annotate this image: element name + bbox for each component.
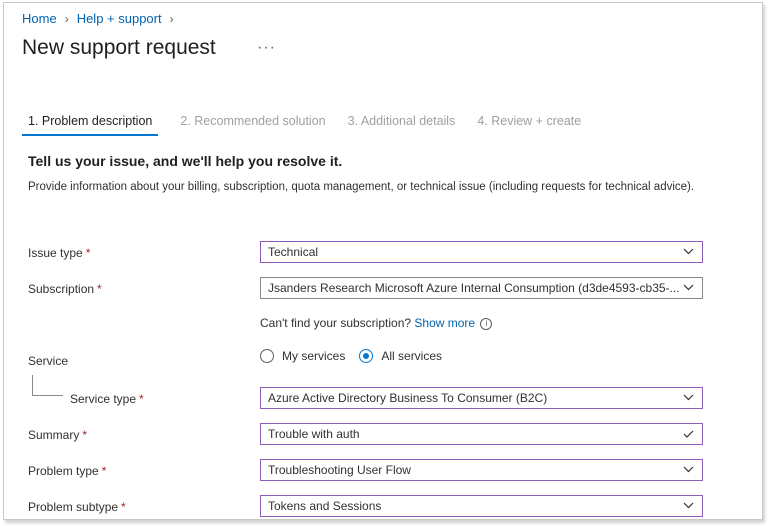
subscription-hint: Can't find your subscription? Show more … <box>260 316 493 330</box>
tab-additional-details[interactable]: 3. Additional details <box>348 114 456 136</box>
section-headline: Tell us your issue, and we'll help you r… <box>28 153 343 169</box>
page-frame: Home › Help + support › New support requ… <box>3 2 763 520</box>
chevron-down-icon <box>683 389 694 401</box>
all-services-radio[interactable]: All services <box>359 349 442 363</box>
subscription-label: Subscription * <box>28 282 102 296</box>
problem-type-value: Troubleshooting User Flow <box>268 463 411 477</box>
service-radio-group: My services All services <box>260 349 456 363</box>
issue-type-dropdown[interactable]: Technical <box>260 241 703 263</box>
service-label: Service <box>28 354 69 368</box>
breadcrumb-help-support[interactable]: Help + support <box>77 11 162 26</box>
wizard-tabs: 1. Problem description 2. Recommended so… <box>22 114 603 136</box>
more-options-icon[interactable]: ··· <box>257 39 276 57</box>
summary-value: Trouble with auth <box>268 427 360 441</box>
chevron-right-icon: › <box>169 11 174 26</box>
chevron-right-icon: › <box>64 11 69 26</box>
chevron-down-icon <box>683 243 694 255</box>
required-marker: * <box>139 392 144 406</box>
info-icon[interactable]: i <box>480 317 493 330</box>
required-marker: * <box>82 428 88 442</box>
chevron-down-icon <box>683 279 694 291</box>
problem-subtype-dropdown[interactable]: Tokens and Sessions <box>260 495 703 517</box>
issue-type-label: Issue type * <box>28 246 91 260</box>
chevron-down-icon <box>683 461 694 473</box>
tab-review-create[interactable]: 4. Review + create <box>477 114 581 136</box>
required-marker: * <box>85 246 91 260</box>
problem-type-dropdown[interactable]: Troubleshooting User Flow <box>260 459 703 481</box>
summary-input[interactable]: Trouble with auth <box>260 423 703 445</box>
subscription-dropdown[interactable]: Jsanders Research Microsoft Azure Intern… <box>260 277 703 299</box>
problem-type-label: Problem type * <box>28 464 107 478</box>
tab-recommended-solution[interactable]: 2. Recommended solution <box>180 114 325 136</box>
summary-label: Summary * <box>28 428 88 442</box>
my-services-radio[interactable]: My services <box>260 349 345 363</box>
breadcrumb: Home › Help + support › <box>22 11 182 26</box>
required-marker: * <box>101 464 107 478</box>
required-marker: * <box>121 500 126 514</box>
service-type-dropdown[interactable]: Azure Active Directory Business To Consu… <box>260 387 703 409</box>
issue-type-value: Technical <box>268 245 319 259</box>
subscription-value: Jsanders Research Microsoft Azure Intern… <box>268 281 680 295</box>
problem-subtype-value: Tokens and Sessions <box>268 499 382 513</box>
chevron-down-icon <box>683 497 694 509</box>
tab-problem-description[interactable]: 1. Problem description <box>22 114 159 136</box>
problem-subtype-label: Problem subtype * <box>28 500 126 514</box>
page-title: New support request <box>22 36 216 59</box>
service-type-value: Azure Active Directory Business To Consu… <box>268 391 548 405</box>
tree-connector <box>32 375 63 396</box>
checkmark-icon <box>683 425 694 438</box>
radio-circle <box>359 349 374 363</box>
radio-circle <box>260 349 274 363</box>
section-description: Provide information about your billing, … <box>28 181 695 193</box>
breadcrumb-home[interactable]: Home <box>22 11 57 26</box>
required-marker: * <box>97 282 102 296</box>
show-more-link[interactable]: Show more <box>414 316 475 330</box>
service-type-label: Service type * <box>70 392 144 406</box>
